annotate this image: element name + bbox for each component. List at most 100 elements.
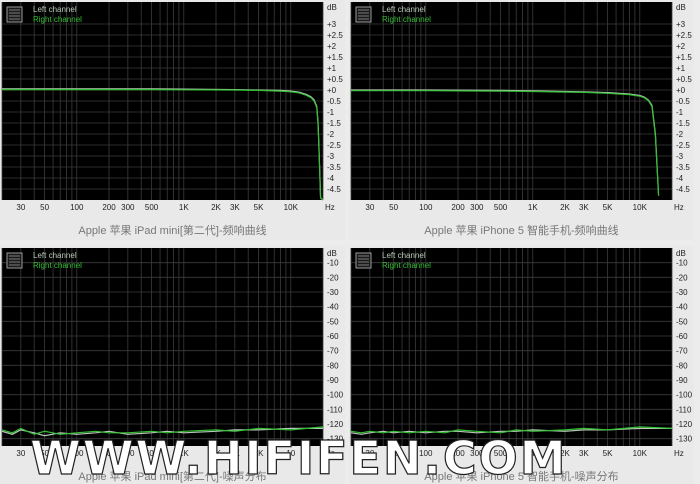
x-tick-label: 200 bbox=[451, 203, 465, 212]
x-tick-label: 5K bbox=[254, 203, 264, 212]
x-unit-label: Hz bbox=[325, 203, 335, 212]
y-tick-label: -110 bbox=[676, 405, 692, 414]
chart-panel-iphone-frequency: +3 +2.5 +2 +1.5 +1 +0.5 +0 -0.5 -1 -1.5 -2 -2.5 -3 -3… bbox=[349, 0, 694, 240]
y-tick-label: -0.5 bbox=[676, 97, 690, 106]
x-tick-label: 2K bbox=[211, 203, 221, 212]
y-tick-label: +3 bbox=[327, 20, 337, 29]
x-tick-label: 1K bbox=[179, 203, 189, 212]
y-unit-label: dB bbox=[327, 3, 337, 12]
chart-ipad-frequency: +3 +2.5 +2 +1.5 +1 +0.5 +0 -0.5 -1 -1.5 -2 -2.5 -3 -3… bbox=[0, 0, 345, 216]
y-tick-label: -2.5 bbox=[327, 141, 341, 150]
y-tick-label: -50 bbox=[676, 317, 688, 326]
y-tick-label: +1.5 bbox=[676, 53, 692, 62]
chart-panel-ipad-frequency: +3 +2.5 +2 +1.5 +1 +0.5 +0 -0.5 -1 -1.5 -2 -2.5 -3 -3… bbox=[0, 0, 345, 240]
y-tick-label: -4.5 bbox=[327, 185, 341, 194]
y-tick-label: +2.5 bbox=[327, 31, 343, 40]
x-tick-label: 500 bbox=[494, 203, 508, 212]
y-tick-label: -40 bbox=[327, 303, 339, 312]
x-tick-label: 3K bbox=[579, 203, 589, 212]
x-tick-label: 30 bbox=[16, 203, 25, 212]
y-tick-label: -4 bbox=[327, 174, 335, 183]
y-unit-label: dB bbox=[676, 249, 686, 258]
y-tick-label: -1 bbox=[676, 108, 684, 117]
x-tick-label: 500 bbox=[145, 203, 159, 212]
chart-caption: Apple 苹果 iPhone 5 智能手机-频响曲线 bbox=[424, 225, 619, 237]
x-tick-label: 10K bbox=[284, 203, 299, 212]
legend-left-channel: Left channel bbox=[382, 5, 426, 14]
y-tick-label: +0.5 bbox=[676, 75, 692, 84]
y-tick-label: +0 bbox=[676, 86, 686, 95]
y-tick-label: -80 bbox=[327, 361, 339, 370]
y-tick-label: -120 bbox=[676, 420, 693, 429]
x-tick-label: 3K bbox=[230, 203, 240, 212]
y-tick-label: -70 bbox=[676, 347, 688, 356]
y-tick-label: +2 bbox=[327, 42, 337, 51]
y-tick-label: +1.5 bbox=[327, 53, 343, 62]
x-tick-label: 30 bbox=[16, 449, 25, 458]
y-tick-label: -4.5 bbox=[676, 185, 690, 194]
legend-right-channel: Right channel bbox=[382, 261, 431, 270]
y-tick-label: -100 bbox=[676, 391, 693, 400]
x-tick-label: 300 bbox=[470, 203, 484, 212]
y-tick-label: -100 bbox=[327, 391, 344, 400]
y-tick-label: +0.5 bbox=[327, 75, 343, 84]
y-tick-label: -120 bbox=[327, 420, 344, 429]
y-tick-label: -2 bbox=[327, 130, 335, 139]
x-tick-label: 300 bbox=[121, 203, 135, 212]
y-tick-label: -20 bbox=[327, 273, 339, 282]
y-tick-label: +2 bbox=[676, 42, 686, 51]
x-tick-label: 1K bbox=[528, 203, 538, 212]
y-tick-label: -3.5 bbox=[676, 163, 690, 172]
y-tick-label: -3 bbox=[327, 152, 335, 161]
legend-right-channel: Right channel bbox=[33, 261, 82, 270]
y-tick-label: +2.5 bbox=[676, 31, 692, 40]
legend-left-channel: Left channel bbox=[33, 5, 77, 14]
y-tick-label: -1.5 bbox=[676, 119, 690, 128]
legend-icon bbox=[6, 252, 23, 269]
y-tick-label: -60 bbox=[676, 332, 688, 341]
watermark: WWW.HIFIFEN.COM bbox=[30, 430, 568, 484]
y-tick-label: -90 bbox=[327, 376, 339, 385]
x-tick-label: 200 bbox=[102, 203, 116, 212]
y-tick-label: -90 bbox=[676, 376, 688, 385]
y-tick-label: -40 bbox=[676, 303, 688, 312]
y-tick-label: -10 bbox=[327, 259, 339, 268]
x-tick-label: 50 bbox=[389, 203, 398, 212]
y-tick-label: -30 bbox=[327, 288, 339, 297]
y-tick-label: -0.5 bbox=[327, 97, 341, 106]
y-unit-label: dB bbox=[676, 3, 686, 12]
legend-icon bbox=[355, 6, 372, 23]
y-tick-label: +3 bbox=[676, 20, 686, 29]
y-tick-label: -3 bbox=[676, 152, 684, 161]
y-tick-label: -30 bbox=[676, 288, 688, 297]
y-tick-label: -1.5 bbox=[327, 119, 341, 128]
y-tick-label: -60 bbox=[327, 332, 339, 341]
y-tick-label: -1 bbox=[327, 108, 335, 117]
x-unit-label: Hz bbox=[674, 203, 684, 212]
y-tick-label: -3.5 bbox=[327, 163, 341, 172]
y-tick-label: -50 bbox=[327, 317, 339, 326]
y-tick-label: -80 bbox=[676, 361, 688, 370]
y-tick-label: +1 bbox=[327, 64, 337, 73]
y-tick-label: +1 bbox=[676, 64, 686, 73]
x-tick-label: 2K bbox=[560, 203, 570, 212]
legend-left-channel: Left channel bbox=[33, 251, 77, 260]
x-tick-label: 100 bbox=[419, 203, 433, 212]
legend-right-channel: Right channel bbox=[33, 15, 82, 24]
legend-left-channel: Left channel bbox=[382, 251, 426, 260]
chart-grid: +3 +2.5 +2 +1.5 +1 +0.5 +0 -0.5 -1 -1.5 -2 -2.5 -3 -3… bbox=[0, 0, 700, 484]
y-unit-label: dB bbox=[327, 249, 337, 258]
chart-caption: Apple 苹果 iPad mini[第二代]-频响曲线 bbox=[78, 225, 267, 237]
y-tick-label: -110 bbox=[327, 405, 343, 414]
y-tick-label: -10 bbox=[676, 259, 688, 268]
chart-iphone-frequency: +3 +2.5 +2 +1.5 +1 +0.5 +0 -0.5 -1 -1.5 -2 -2.5 -3 -3… bbox=[349, 0, 694, 216]
legend-icon bbox=[6, 6, 23, 23]
y-tick-label: -70 bbox=[327, 347, 339, 356]
x-tick-label: 100 bbox=[70, 203, 84, 212]
y-tick-label: -20 bbox=[676, 273, 688, 282]
watermark-text: WWW.HIFIFEN.COM bbox=[30, 431, 568, 484]
x-tick-label: 10K bbox=[633, 203, 648, 212]
y-tick-label: -2.5 bbox=[676, 141, 690, 150]
y-tick-label: -2 bbox=[676, 130, 684, 139]
x-tick-label: 30 bbox=[365, 203, 374, 212]
